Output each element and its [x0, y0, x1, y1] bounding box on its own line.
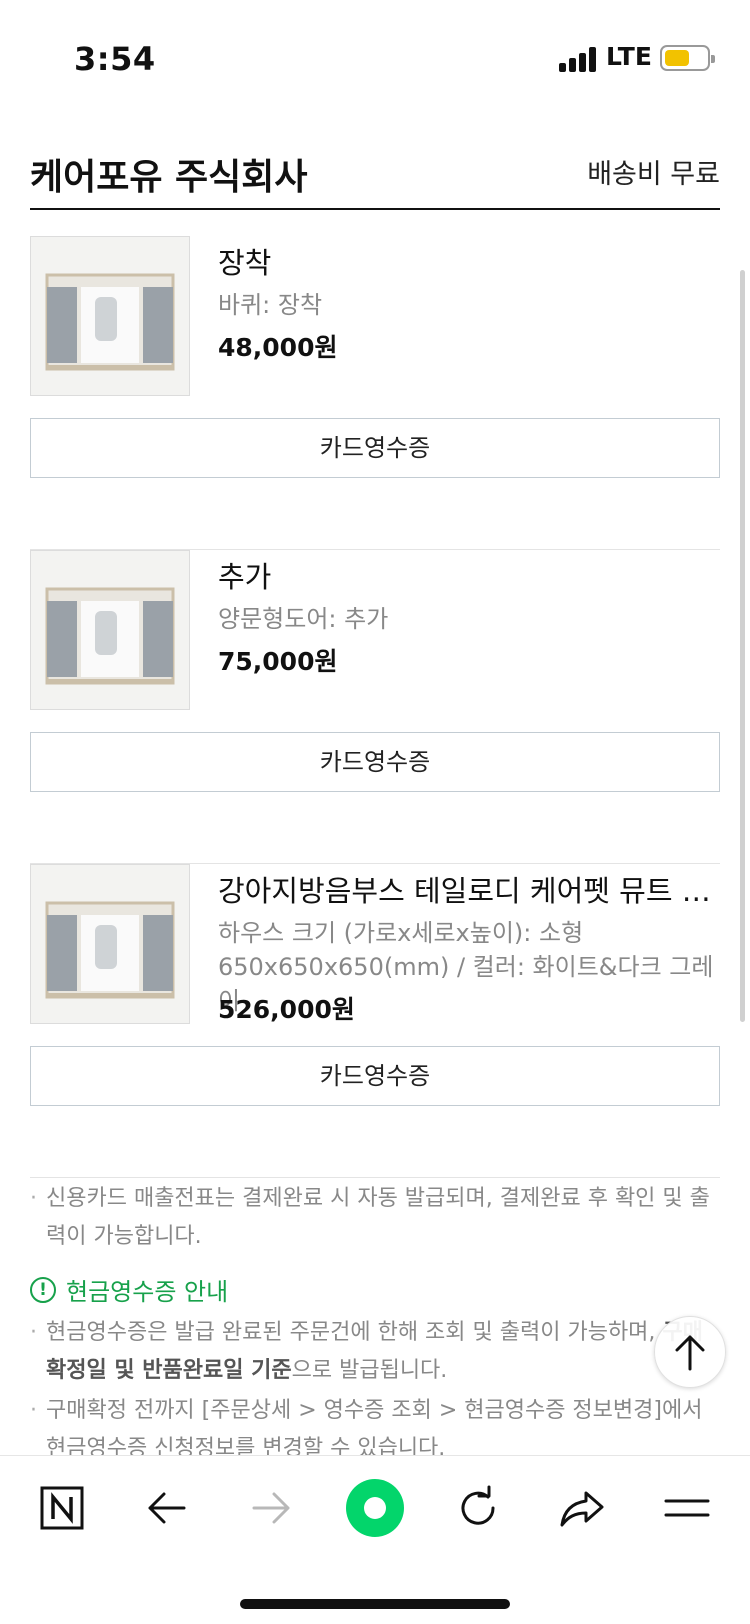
item-title[interactable]: 강아지방음부스 테일로디 케어펫 뮤트 스퀘…: [218, 868, 718, 910]
scrollbar[interactable]: [740, 270, 745, 1022]
item-price: 526,000원: [218, 995, 355, 1024]
item-price: 75,000원: [218, 647, 338, 676]
home-indicator[interactable]: [240, 1599, 510, 1609]
status-time: 3:54: [74, 40, 156, 78]
share-icon[interactable]: [552, 1478, 612, 1538]
note-text: 으로 발급됩니다.: [291, 1358, 448, 1383]
card-receipt-button[interactable]: 카드영수증: [30, 1046, 720, 1106]
item-title: 장착: [218, 246, 272, 280]
item-price: 48,000원: [218, 333, 338, 362]
back-arrow-icon[interactable]: [137, 1478, 197, 1538]
card-receipt-button[interactable]: 카드영수증: [30, 732, 720, 792]
item-option: 양문형도어: 추가: [218, 605, 389, 633]
scroll-to-top-button[interactable]: [654, 1316, 726, 1388]
card-receipt-notice: 신용카드 매출전표는 결제완료 시 자동 발급되며, 결제완료 후 확인 및 출…: [30, 1180, 720, 1256]
cash-receipt-heading: ! 현금영수증 안내: [30, 1272, 228, 1307]
seller-header: 케어포유 주식회사 배송비 무료: [30, 136, 720, 210]
product-thumbnail[interactable]: [30, 236, 190, 396]
item-option: 바퀴: 장착: [218, 291, 323, 319]
refresh-icon[interactable]: [448, 1478, 508, 1538]
forward-arrow-icon[interactable]: [241, 1478, 301, 1538]
product-thumbnail[interactable]: [30, 864, 190, 1024]
shipping-fee: 배송비 무료: [587, 159, 720, 190]
item-title: 추가: [218, 560, 272, 594]
product-thumbnail[interactable]: [30, 550, 190, 710]
order-item: 장착 바퀴: 장착 48,000원 카드영수증: [30, 236, 720, 550]
browser-toolbar: [0, 1455, 750, 1624]
exclamation-circle-icon: !: [30, 1276, 56, 1303]
card-receipt-button[interactable]: 카드영수증: [30, 418, 720, 478]
naver-n-icon[interactable]: [32, 1478, 92, 1538]
cash-receipt-title: 현금영수증 안내: [66, 1278, 229, 1306]
battery-level: [665, 50, 689, 66]
network-label: LTE: [606, 42, 652, 71]
menu-icon[interactable]: [657, 1478, 717, 1538]
status-bar: 3:54 LTE: [0, 0, 750, 110]
order-item: 강아지방음부스 테일로디 케어펫 뮤트 스퀘… 하우스 크기 (가로x세로x높이…: [30, 864, 720, 1178]
order-item: 추가 양문형도어: 추가 75,000원 카드영수증: [30, 550, 720, 864]
cash-receipt-note: 현금영수증은 발급 완료된 주문건에 한해 조회 및 출력이 가능하며, 구매확…: [30, 1314, 720, 1390]
order-receipt-page[interactable]: 케어포유 주식회사 배송비 무료 장착 바퀴: 장착 48,000원 카드영수증: [0, 110, 750, 1455]
green-dot-icon[interactable]: [345, 1478, 405, 1538]
note-text: 현금영수증은 발급 완료된 주문건에 한해 조회 및 출력이 가능하며,: [46, 1320, 663, 1345]
arrow-up-icon: [675, 1335, 705, 1371]
battery-icon: [660, 45, 715, 71]
seller-name: 케어포유 주식회사: [30, 157, 308, 198]
cash-receipt-note: 구매확정 전까지 [주문상세 > 영수증 조회 > 현금영수증 정보변경]에서 …: [30, 1392, 720, 1455]
signal-icon: [559, 46, 599, 72]
